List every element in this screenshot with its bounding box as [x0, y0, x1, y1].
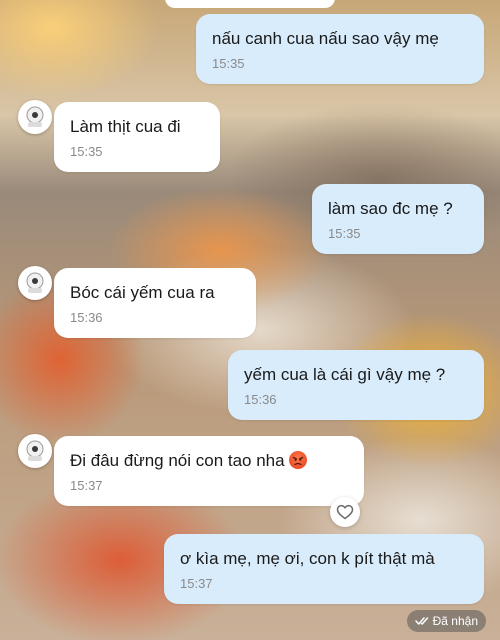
message-text: ơ kìa mẹ, mẹ ơi, con k pít thật mà: [180, 549, 435, 568]
message-time: 15:37: [70, 478, 103, 493]
avatar-icon-graphic: [26, 272, 44, 293]
message-bubble-incoming[interactable]: Bóc cái yếm cua ra 15:36: [54, 268, 256, 338]
angry-face-icon-graphic: [292, 456, 303, 466]
avatar-icon-graphic: [26, 440, 44, 461]
avatar-icon[interactable]: [18, 266, 52, 300]
message-bubble-outgoing[interactable]: làm sao đc mẹ ? 15:35: [312, 184, 484, 254]
background-highlight: [0, 0, 160, 100]
message-time: 15:35: [328, 226, 361, 241]
message-text: Đi đâu đừng nói con tao nha: [70, 451, 285, 470]
message-text-row: Đi đâu đừng nói con tao nha: [70, 436, 348, 472]
message-text: yếm cua là cái gì vậy mẹ ?: [244, 365, 446, 384]
message-bubble-outgoing[interactable]: yếm cua là cái gì vậy mẹ ? 15:36: [228, 350, 484, 420]
message-time: 15:35: [212, 56, 245, 71]
message-time: 15:37: [180, 576, 213, 591]
heart-icon[interactable]: [330, 497, 360, 527]
avatar-icon-graphic: [26, 106, 44, 127]
message-time: 15:35: [70, 144, 103, 159]
message-bubble-outgoing[interactable]: ơ kìa mẹ, mẹ ơi, con k pít thật mà 15:37: [164, 534, 484, 604]
double-check-icon: [414, 617, 428, 625]
angry-face-icon: [288, 451, 307, 469]
message-time: 15:36: [244, 392, 277, 407]
message-time: 15:36: [70, 310, 103, 325]
delivery-status: Đã nhận: [406, 610, 486, 632]
message-text: Làm thịt cua đi: [70, 117, 181, 136]
previous-message-bubble[interactable]: [165, 0, 335, 8]
message-text: nấu canh cua nấu sao vậy mẹ: [212, 29, 439, 48]
status-label: Đã nhận: [432, 614, 478, 628]
message-text: Bóc cái yếm cua ra: [70, 283, 215, 302]
message-bubble-incoming[interactable]: Làm thịt cua đi 15:35: [54, 102, 220, 172]
message-bubble-outgoing[interactable]: nấu canh cua nấu sao vậy mẹ 15:35: [196, 14, 484, 84]
heart-icon-graphic: [336, 504, 354, 520]
avatar-icon[interactable]: [18, 434, 52, 468]
message-text: làm sao đc mẹ ?: [328, 199, 453, 218]
avatar-icon[interactable]: [18, 100, 52, 134]
message-bubble-incoming[interactable]: Đi đâu đừng nói con tao nha 15:37: [54, 436, 364, 506]
